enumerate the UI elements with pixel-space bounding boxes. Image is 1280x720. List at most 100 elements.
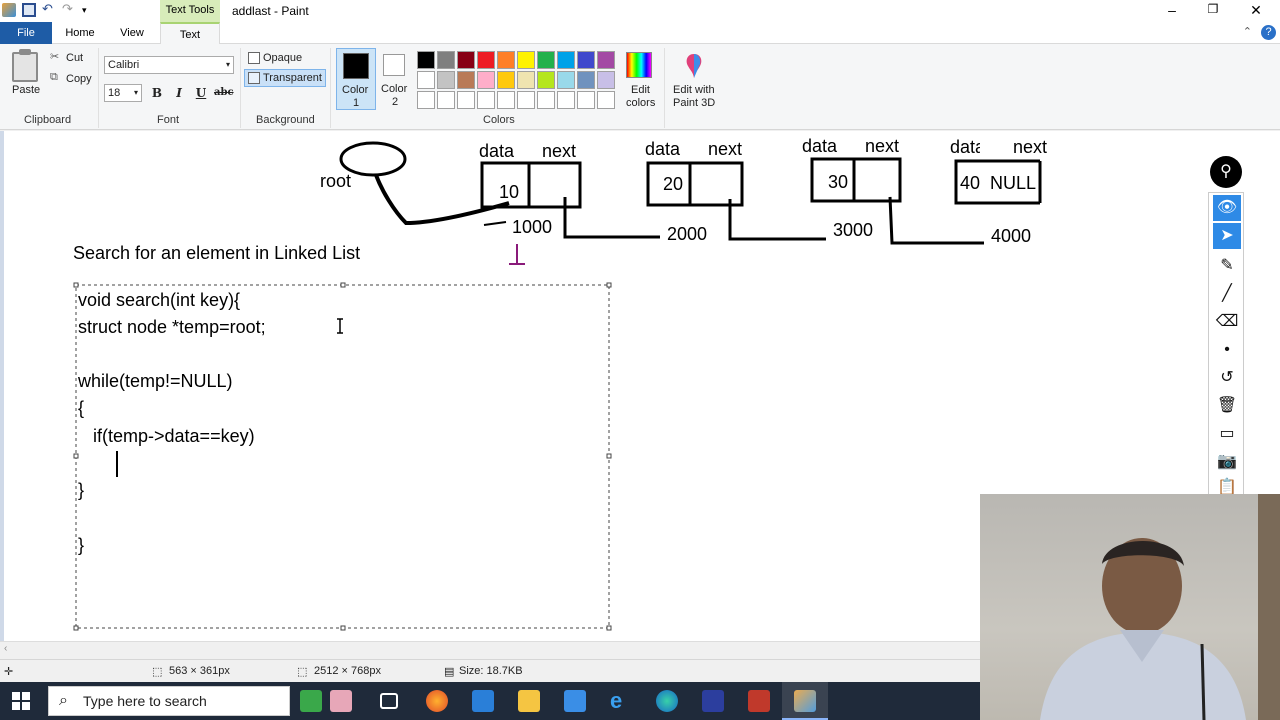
ribbon-separator [240, 48, 241, 128]
palette-swatch[interactable] [457, 91, 475, 109]
redo-icon[interactable]: ↷ [62, 2, 76, 17]
line-icon[interactable]: ╱ [1213, 281, 1241, 307]
palette-swatch[interactable] [497, 51, 515, 69]
restore-button[interactable]: ❐ [1203, 2, 1223, 16]
underline-button[interactable]: U [192, 84, 210, 102]
palette-swatch[interactable] [597, 91, 615, 109]
windows-start-icon[interactable] [12, 692, 30, 710]
edge-icon[interactable] [656, 690, 678, 712]
tab-home[interactable]: Home [58, 22, 102, 44]
palette-swatch[interactable] [417, 51, 435, 69]
tab-text[interactable]: Text [160, 22, 220, 44]
task-view-icon[interactable] [380, 693, 398, 709]
node-4-next-label: next [1013, 137, 1048, 157]
palette-swatch[interactable] [597, 71, 615, 89]
palette-swatch[interactable] [577, 91, 595, 109]
palette-swatch[interactable] [477, 91, 495, 109]
trash-icon[interactable]: 🗑 [1213, 393, 1241, 419]
pen-icon[interactable]: ✎ [1213, 253, 1241, 279]
customize-qat-icon[interactable]: ▾ [82, 3, 96, 17]
paint3d-icon[interactable] [682, 52, 706, 80]
tab-file[interactable]: File [0, 22, 52, 44]
flower-app-icon[interactable] [330, 690, 352, 712]
palette-swatch[interactable] [457, 71, 475, 89]
palette-swatch[interactable] [537, 91, 555, 109]
paste-button-label[interactable]: Paste [12, 84, 40, 96]
green-app-icon[interactable] [300, 690, 322, 712]
whiteboard-icon[interactable]: ▭ [1213, 421, 1241, 447]
palette-swatch[interactable] [517, 91, 535, 109]
palette-swatch[interactable] [577, 51, 595, 69]
camera-icon[interactable]: 📷 [1213, 449, 1241, 475]
italic-button[interactable]: I [170, 84, 188, 102]
scroll-left-icon[interactable]: ‹ [4, 643, 7, 654]
copy-button[interactable]: Copy [66, 73, 92, 85]
palette-swatch[interactable] [577, 71, 595, 89]
edit-colors-label-2[interactable]: colors [626, 97, 655, 109]
palette-swatch[interactable] [457, 51, 475, 69]
firefox-icon[interactable] [426, 690, 448, 712]
pin-icon[interactable]: ⚲ [1210, 156, 1242, 188]
pointer-icon[interactable]: ➤ [1213, 223, 1241, 249]
font-family-select[interactable]: Calibri ▾ [104, 56, 234, 74]
dot-icon[interactable]: • [1213, 337, 1241, 363]
palette-swatch[interactable] [557, 71, 575, 89]
paint3d-label-2[interactable]: Paint 3D [673, 97, 715, 109]
copy-icon[interactable]: ⧉ [50, 71, 58, 84]
paste-icon[interactable] [12, 49, 38, 82]
palette-swatch[interactable] [557, 91, 575, 109]
transparent-button[interactable]: Transparent [244, 69, 326, 87]
eye-icon[interactable]: 👁 [1213, 195, 1241, 221]
tab-view[interactable]: View [112, 22, 152, 44]
palette-swatch[interactable] [417, 71, 435, 89]
palette-swatch[interactable] [537, 51, 555, 69]
color2-button[interactable]: Color 2 [378, 48, 414, 110]
palette-swatch[interactable] [597, 51, 615, 69]
palette-swatch[interactable] [537, 71, 555, 89]
undo-icon[interactable]: ↶ [42, 2, 56, 17]
dev-cpp-icon[interactable] [702, 690, 724, 712]
help-icon[interactable]: ? [1261, 25, 1276, 40]
palette-swatch[interactable] [497, 71, 515, 89]
palette-swatch[interactable] [517, 71, 535, 89]
font-size-select[interactable]: 18 ▾ [104, 84, 142, 102]
search-icon: ⌕ [59, 692, 68, 709]
file-explorer-icon[interactable] [518, 690, 540, 712]
color-palette[interactable] [416, 50, 616, 110]
cut-button[interactable]: Cut [66, 52, 83, 64]
palette-swatch[interactable] [437, 91, 455, 109]
palette-swatch[interactable] [417, 91, 435, 109]
color1-button[interactable]: Color 1 [336, 48, 376, 110]
cut-icon[interactable]: ✂ [50, 50, 59, 63]
opaque-button[interactable]: Opaque [244, 49, 326, 67]
palette-swatch[interactable] [437, 71, 455, 89]
strikethrough-button[interactable]: abc [214, 84, 234, 102]
drawing-canvas[interactable]: root data next 10 1000 data next 20 2000… [4, 131, 980, 641]
palette-swatch[interactable] [477, 71, 495, 89]
eraser-icon[interactable]: ⌫ [1213, 309, 1241, 335]
bold-button[interactable]: B [148, 84, 166, 102]
opaque-label: Opaque [263, 52, 303, 64]
color1-label: Color [342, 84, 369, 96]
edit-colors-icon[interactable] [626, 52, 652, 78]
save-icon[interactable] [22, 3, 36, 17]
close-button[interactable]: ✕ [1246, 2, 1266, 19]
palette-swatch[interactable] [477, 51, 495, 69]
internet-explorer-icon[interactable]: e [610, 690, 632, 712]
palette-swatch[interactable] [497, 91, 515, 109]
mail-icon[interactable] [472, 690, 494, 712]
edit-colors-label[interactable]: Edit [631, 84, 650, 96]
palette-swatch[interactable] [557, 51, 575, 69]
palette-swatch[interactable] [517, 51, 535, 69]
paint3d-label[interactable]: Edit with [673, 84, 715, 96]
recorder-icon[interactable] [748, 690, 770, 712]
store-icon[interactable] [564, 690, 586, 712]
taskbar-search-input[interactable]: ⌕ Type here to search [48, 686, 290, 716]
palette-swatch[interactable] [437, 51, 455, 69]
minimize-button[interactable]: – [1162, 2, 1182, 18]
collapse-ribbon-icon[interactable]: ⌃ [1243, 25, 1252, 38]
resize-handle [606, 625, 612, 631]
ribbon-separator [330, 48, 331, 128]
horizontal-scrollbar[interactable]: ‹ [0, 641, 980, 659]
undo-icon[interactable]: ↺ [1213, 365, 1241, 391]
